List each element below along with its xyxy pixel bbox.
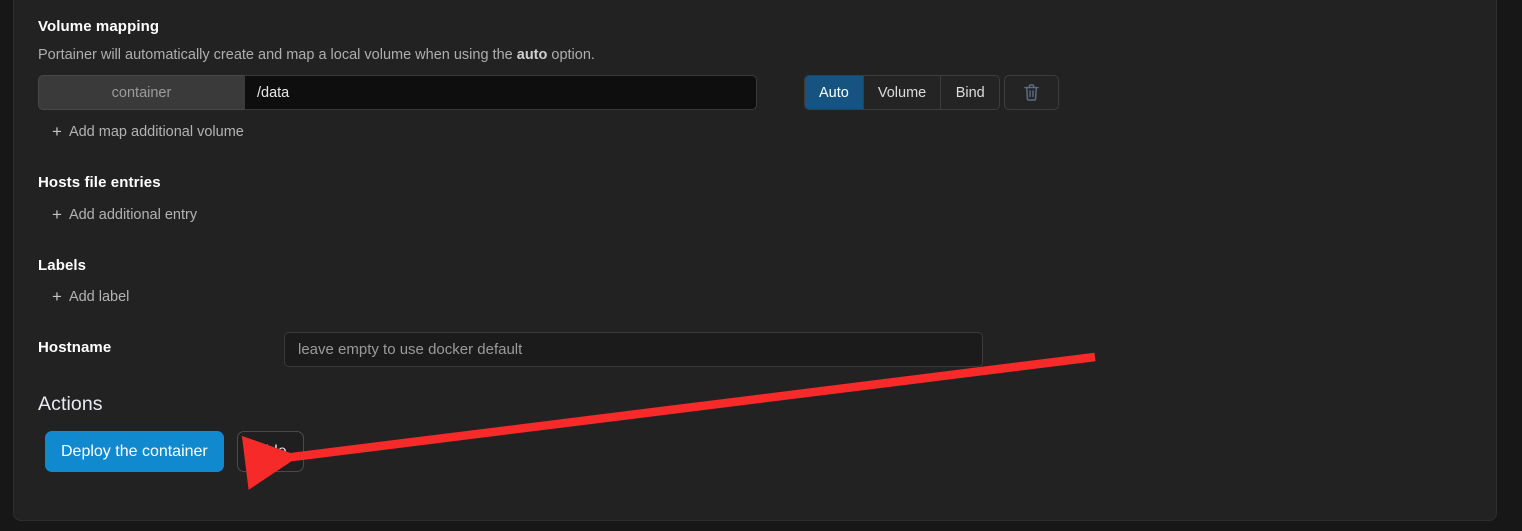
- actions-title: Actions: [38, 393, 103, 415]
- volume-type-auto-button[interactable]: Auto: [805, 76, 864, 109]
- volume-type-bind-button[interactable]: Bind: [941, 76, 999, 109]
- plus-icon: +: [52, 290, 62, 304]
- hostname-label: Hostname: [38, 339, 111, 357]
- volume-mapping-help-bold: auto: [517, 47, 548, 63]
- volume-mapping-input-group: container: [38, 75, 757, 110]
- add-additional-entry-label: Add additional entry: [69, 206, 197, 224]
- add-label-link[interactable]: + Add label: [52, 288, 129, 306]
- panel-content: Volume mapping Portainer will automatica…: [38, 0, 1486, 520]
- hosts-file-entries-title: Hosts file entries: [38, 174, 161, 192]
- add-label-label: Add label: [69, 288, 129, 306]
- volume-mapping-help-suffix: option.: [547, 47, 595, 63]
- plus-icon: +: [52, 208, 62, 222]
- add-additional-entry-link[interactable]: + Add additional entry: [52, 206, 197, 224]
- volume-mapping-help-text: Portainer will automatically create and …: [38, 46, 595, 64]
- hide-button[interactable]: Hide: [237, 431, 304, 472]
- plus-icon: +: [52, 125, 62, 139]
- remove-volume-button[interactable]: [1004, 75, 1059, 110]
- hostname-input[interactable]: [284, 332, 983, 367]
- volume-mapping-help-prefix: Portainer will automatically create and …: [38, 47, 517, 63]
- actions-bar: Deploy the container Hide: [45, 431, 304, 472]
- volume-container-path-input[interactable]: [244, 75, 757, 110]
- add-map-additional-volume-label: Add map additional volume: [69, 123, 244, 141]
- deploy-the-container-button[interactable]: Deploy the container: [45, 431, 224, 472]
- container-settings-panel: Volume mapping Portainer will automatica…: [13, 0, 1497, 521]
- volume-type-volume-button[interactable]: Volume: [864, 76, 941, 109]
- volume-container-addon: container: [38, 75, 244, 110]
- trash-icon: [1023, 83, 1040, 102]
- volume-type-segmented-control[interactable]: Auto Volume Bind: [804, 75, 1000, 110]
- labels-title: Labels: [38, 257, 86, 275]
- add-map-additional-volume-link[interactable]: + Add map additional volume: [52, 123, 244, 141]
- screen: Volume mapping Portainer will automatica…: [0, 0, 1522, 531]
- volume-mapping-title: Volume mapping: [38, 18, 159, 36]
